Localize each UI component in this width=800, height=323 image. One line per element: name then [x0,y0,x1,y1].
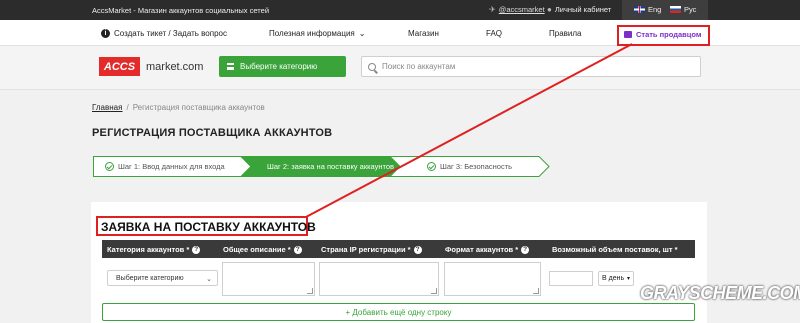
col-format-label: Формат аккаунтов * [445,245,519,254]
choose-category-label: Выберите категорию [240,62,318,71]
cabinet-link[interactable]: ● Личный кабинет [547,5,611,14]
lang-en-button[interactable]: Eng [634,5,661,14]
step-1-label: Шаг 1: Ввод данных для входа [118,162,225,171]
logo-accs[interactable]: ACCS [99,57,140,76]
description-textarea[interactable] [222,262,315,296]
step-2[interactable]: Шаг 2: заявка на поставку аккаунтов [255,156,394,177]
wallet-icon [624,31,632,38]
help-icon[interactable]: ? [293,245,302,254]
search-placeholder: Поиск по аккаунтам [382,62,456,71]
user-icon: ● [547,5,552,14]
lang-ru-label[interactable]: Рус [684,5,696,14]
chevron-down-icon: ⌄ [206,276,212,283]
top-bar: AccsMarket - Магазин аккаунтов социальны… [0,0,800,20]
create-ticket-link[interactable]: i Создать тикет / Задать вопрос [101,29,227,38]
useful-info-label[interactable]: Полезная информация [269,29,355,38]
watermark: GRAYSCHEME.COM [640,283,800,303]
category-select-value: Выберите категорию [116,274,184,282]
col-ip-country-label: Страна IP регистрации * [321,245,411,254]
uk-flag-icon [634,6,645,13]
col-description-label: Общее описание * [223,245,291,254]
nav-rules[interactable]: Правила [549,29,581,38]
nav-shop[interactable]: Магазин [408,29,439,38]
col-volume: Возможный объем поставок, шт * [552,245,678,254]
col-description: Общее описание * ? [223,245,302,254]
col-format: Формат аккаунтов * ? [445,245,530,254]
site-title: AccsMarket - Магазин аккаунтов социальны… [92,6,270,15]
logo-market[interactable]: market.com [146,61,203,73]
ru-flag-icon [670,6,681,13]
category-select[interactable]: Выберите категорию ⌄ [107,270,218,286]
help-icon[interactable]: ? [413,245,422,254]
ip-country-textarea[interactable] [319,262,439,296]
lang-ru-button[interactable]: Рус [670,5,696,14]
chevron-down-icon: ⌄ [358,29,366,38]
breadcrumb-separator: / [126,103,129,112]
step-3-label: Шаг 3: Безопасность [440,162,513,171]
col-category: Категория аккаунтов * ? [107,245,201,254]
help-icon[interactable]: ? [192,245,201,254]
become-seller-label[interactable]: Стать продавцом [636,30,701,39]
col-volume-label: Возможный объем поставок, шт * [552,245,678,254]
volume-input[interactable] [549,271,593,286]
form-title: ЗАЯВКА НА ПОСТАВКУ АККАУНТОВ [101,220,316,234]
choose-category-button[interactable]: Выберите категорию [219,56,346,77]
cabinet-label[interactable]: Личный кабинет [555,5,611,14]
become-seller-link[interactable]: Стать продавцом [624,30,701,39]
help-icon[interactable]: ? [521,245,530,254]
col-category-label: Категория аккаунтов * [107,245,190,254]
breadcrumb: Главная / Регистрация поставщика аккаунт… [92,103,265,112]
menu-icon [227,63,234,70]
form-table-header: Категория аккаунтов * ? Общее описание *… [102,240,695,258]
search-icon [368,62,376,71]
check-icon [105,162,114,171]
telegram-icon: ✈ [489,5,496,14]
period-select-value: В день [602,275,625,282]
step-1[interactable]: Шаг 1: Ввод данных для входа [93,156,225,177]
useful-info-menu[interactable]: Полезная информация ⌄ [269,29,365,38]
page-title: РЕГИСТРАЦИЯ ПОСТАВЩИКА АККАУНТОВ [92,127,333,139]
check-icon [427,162,436,171]
search-input[interactable]: Поиск по аккаунтам [361,56,701,77]
step-2-label: Шаг 2: заявка на поставку аккаунтов [267,162,395,171]
info-icon: i [101,29,110,38]
site-header: ACCS market.com Выберите категорию Поиск… [0,46,800,90]
registration-steps: Шаг 1: Ввод данных для входа Шаг 2: заяв… [93,156,553,177]
breadcrumb-home[interactable]: Главная [92,103,122,112]
step-3[interactable]: Шаг 3: Безопасность [415,156,512,177]
nav-faq[interactable]: FAQ [486,29,502,38]
telegram-handle[interactable]: @accsmarket [499,5,545,14]
lang-en-label[interactable]: Eng [648,5,661,14]
chevron-down-icon: ▾ [626,276,630,282]
telegram-link[interactable]: ✈ @accsmarket [489,5,545,14]
create-ticket-label[interactable]: Создать тикет / Задать вопрос [114,29,227,38]
breadcrumb-current: Регистрация поставщика аккаунтов [132,103,265,112]
period-select[interactable]: В день ▾ [598,271,634,286]
format-textarea[interactable] [444,262,541,296]
col-ip-country: Страна IP регистрации * ? [321,245,422,254]
add-row-button[interactable]: + Добавить ещё одну строку [102,303,695,321]
